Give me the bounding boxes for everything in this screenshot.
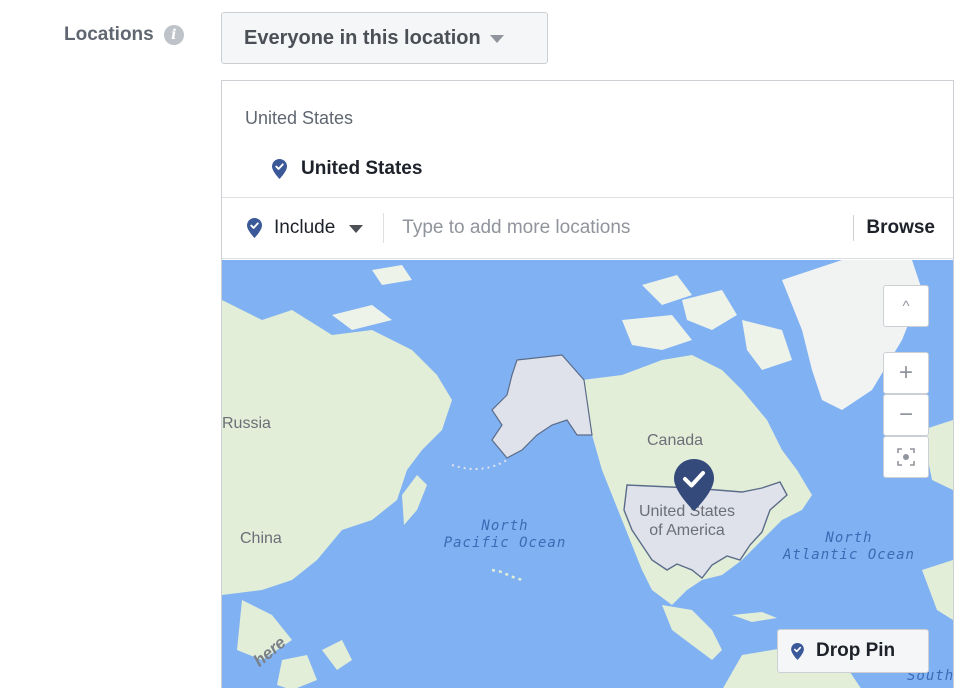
map-label-china: China bbox=[240, 530, 282, 547]
map-label-north-pacific: North Pacific Ocean bbox=[440, 518, 570, 552]
map-label-canada: Canada bbox=[647, 432, 704, 449]
browse-button[interactable]: Browse bbox=[854, 217, 953, 239]
location-pin-icon bbox=[247, 218, 262, 238]
zoom-out-button[interactable]: − bbox=[883, 394, 929, 436]
include-exclude-dropdown[interactable]: Include bbox=[222, 198, 364, 258]
ocean-label-line1: North bbox=[825, 530, 873, 546]
info-icon[interactable]: i bbox=[163, 25, 184, 45]
zoom-in-button[interactable]: + bbox=[883, 352, 929, 394]
drop-pin-label: Drop Pin bbox=[816, 640, 896, 661]
selected-location-name: United States bbox=[301, 158, 423, 179]
location-group-heading: United States bbox=[245, 108, 354, 128]
locations-field-label: Locations i bbox=[64, 24, 184, 46]
location-search-bar: Include Browse bbox=[222, 197, 953, 259]
location-search-input[interactable] bbox=[402, 208, 854, 248]
chevron-down-icon bbox=[489, 35, 504, 43]
ocean-label-line2: Pacific Ocean bbox=[443, 535, 567, 551]
include-label: Include bbox=[274, 217, 336, 238]
world-map-graphic bbox=[222, 260, 953, 688]
map-label-russia: Russia bbox=[222, 415, 271, 432]
selected-location-item[interactable]: United States bbox=[272, 158, 422, 180]
location-panel: United States United States Include Brow… bbox=[221, 80, 954, 688]
drop-pin-button[interactable]: Drop Pin bbox=[777, 629, 929, 673]
divider bbox=[383, 213, 385, 243]
audience-selected-value: Everyone in this location bbox=[244, 26, 481, 49]
location-pin-icon bbox=[791, 642, 804, 660]
map-label-usa-line2: of America bbox=[649, 522, 725, 539]
target-icon bbox=[897, 448, 915, 466]
selected-location-map-pin-icon[interactable] bbox=[674, 459, 714, 511]
location-audience-dropdown[interactable]: Everyone in this location bbox=[221, 12, 548, 64]
map-label-north-atlantic: North Atlantic Ocean bbox=[779, 530, 919, 564]
locations-label-text: Locations bbox=[64, 24, 154, 45]
chevron-down-icon bbox=[349, 225, 364, 233]
location-pin-icon bbox=[272, 159, 287, 179]
location-map[interactable]: Russia Canada China United States of Ame… bbox=[222, 260, 953, 688]
map-scroll-up-button[interactable]: ^ bbox=[883, 285, 929, 327]
ocean-label-line2: Atlantic Ocean bbox=[782, 547, 915, 563]
ocean-label-line1: North bbox=[481, 518, 529, 534]
recenter-button[interactable] bbox=[883, 436, 929, 478]
